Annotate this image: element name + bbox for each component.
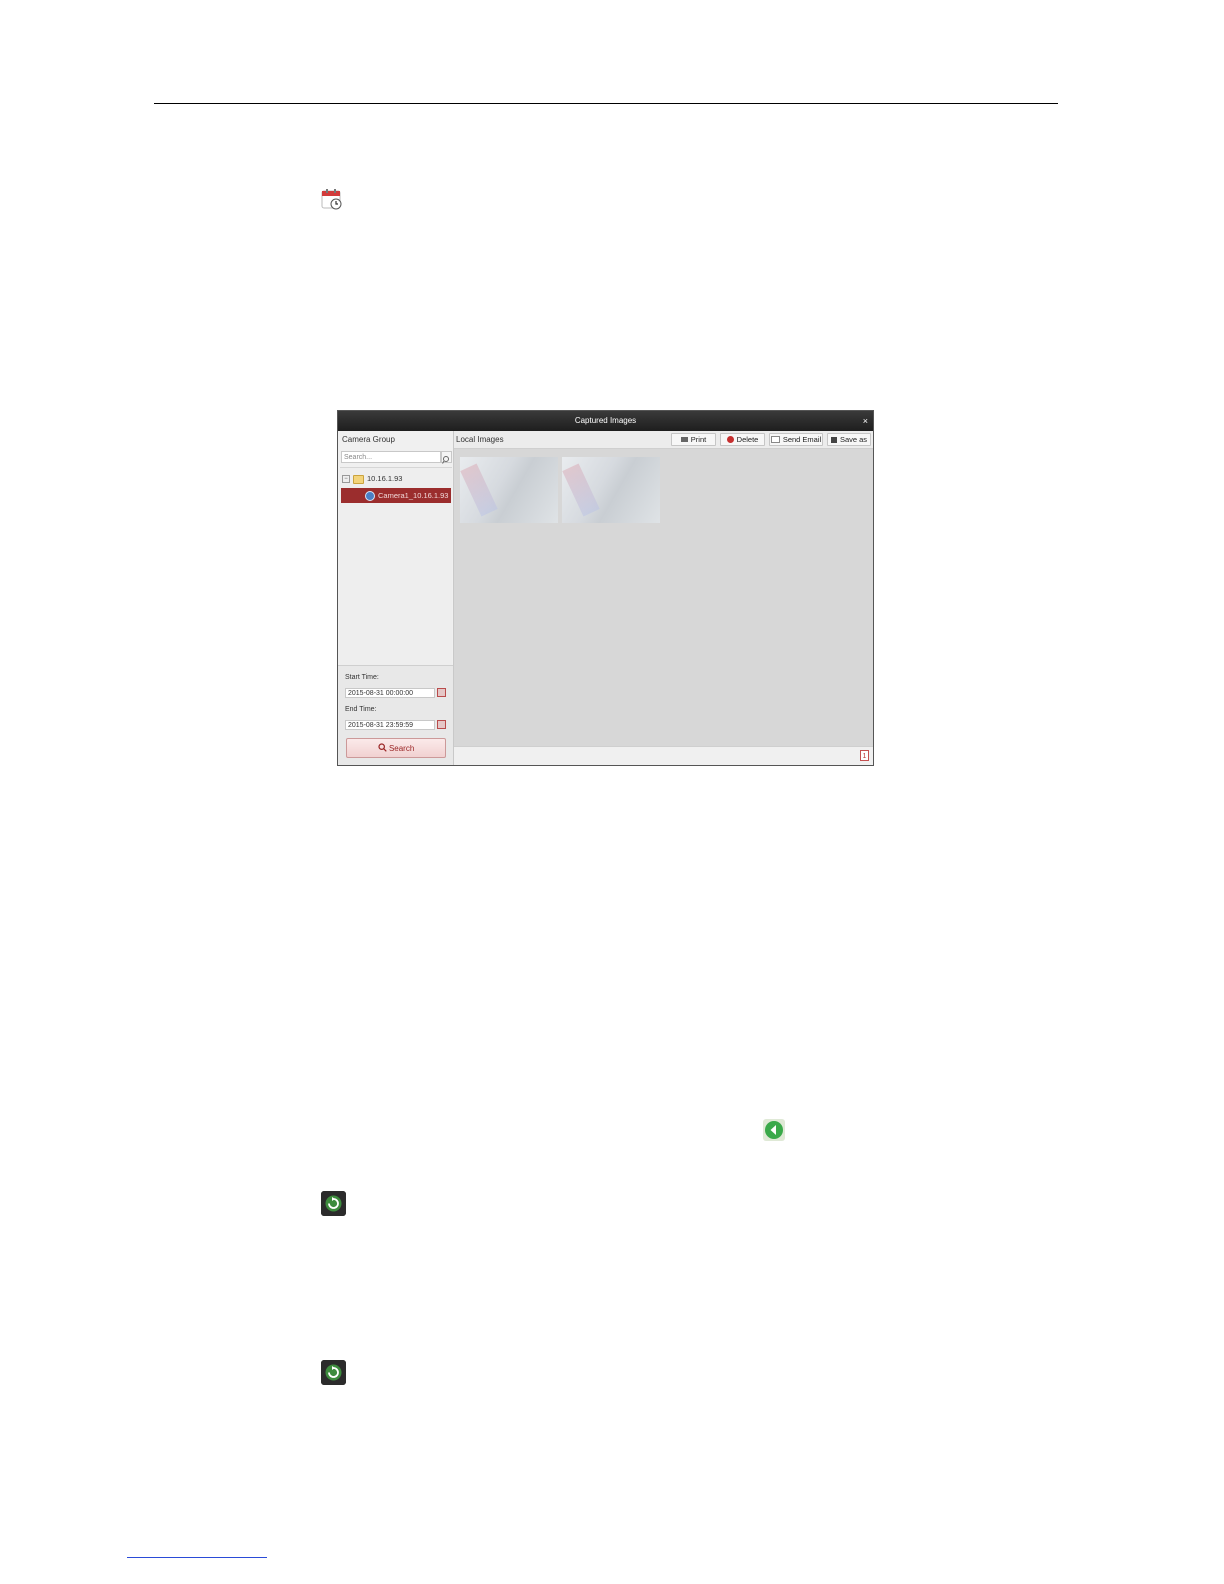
calendar-icon	[321, 189, 342, 210]
footnote-rule	[127, 1557, 267, 1558]
start-calendar-icon[interactable]	[437, 688, 446, 697]
magnifier-icon	[378, 743, 387, 752]
tree-camera-label: Camera1_10.16.1.93	[378, 491, 449, 500]
camera-group-title: Camera Group	[342, 435, 395, 444]
dialog-title-bar: Captured Images ×	[338, 411, 873, 431]
tree-group-label: 10.16.1.93	[367, 474, 403, 483]
refresh-icon	[321, 1191, 346, 1216]
page-number[interactable]: 1	[860, 750, 869, 761]
captured-image-thumbnail[interactable]	[460, 457, 558, 523]
end-time-label: End Time:	[345, 706, 377, 713]
printer-icon	[680, 437, 688, 442]
time-filter: Start Time: 2015-08-31 00:00:00 End Time…	[338, 665, 453, 765]
thumbnail-content	[562, 463, 600, 517]
delete-button-label: Delete	[736, 434, 759, 444]
captured-image-thumbnail[interactable]	[562, 457, 660, 523]
save-icon	[830, 436, 837, 443]
start-time-input[interactable]: 2015-08-31 00:00:00	[345, 688, 435, 698]
close-button[interactable]: ×	[863, 411, 868, 431]
camera-group-panel: Camera Group Search... − 10.16.1.93 Came…	[338, 431, 454, 765]
start-time-label: Start Time:	[345, 674, 379, 681]
search-icon[interactable]	[441, 451, 452, 464]
save-as-button-label: Save as	[839, 434, 868, 444]
refresh-icon	[321, 1360, 346, 1385]
send-email-button[interactable]: Send Email	[769, 433, 823, 446]
back-arrow-icon	[763, 1119, 785, 1141]
pagination-bar: 1	[454, 746, 873, 765]
tree-group-node[interactable]: − 10.16.1.93	[342, 472, 402, 486]
save-as-button[interactable]: Save as	[827, 433, 871, 446]
end-time-input[interactable]: 2015-08-31 23:59:59	[345, 720, 435, 730]
collapse-icon[interactable]: −	[342, 475, 350, 483]
send-email-button-label: Send Email	[782, 434, 822, 444]
print-button[interactable]: Print	[671, 433, 716, 446]
local-images-header: Local Images Print Delete Send Email Sav…	[454, 431, 873, 449]
search-button-label: Search	[388, 744, 415, 753]
local-images-title: Local Images	[456, 435, 504, 444]
thumbnail-content	[460, 463, 498, 517]
print-button-label: Print	[690, 434, 707, 444]
folder-icon	[353, 474, 364, 484]
camera-icon	[365, 490, 375, 501]
end-calendar-icon[interactable]	[437, 720, 446, 729]
dialog-title: Captured Images	[574, 416, 637, 425]
delete-button[interactable]: Delete	[720, 433, 765, 446]
captured-images-dialog: Captured Images × Camera Group Search...…	[337, 410, 874, 766]
tree-camera-node[interactable]: Camera1_10.16.1.93	[341, 488, 451, 503]
email-icon	[770, 436, 780, 443]
camera-tree: − 10.16.1.93 Camera1_10.16.1.93	[340, 467, 452, 666]
search-button[interactable]: Search	[346, 738, 446, 758]
local-images-panel: Local Images Print Delete Send Email Sav…	[454, 431, 873, 765]
camera-search-input[interactable]: Search...	[341, 451, 441, 463]
header-rule	[154, 103, 1058, 104]
delete-icon	[726, 436, 734, 443]
